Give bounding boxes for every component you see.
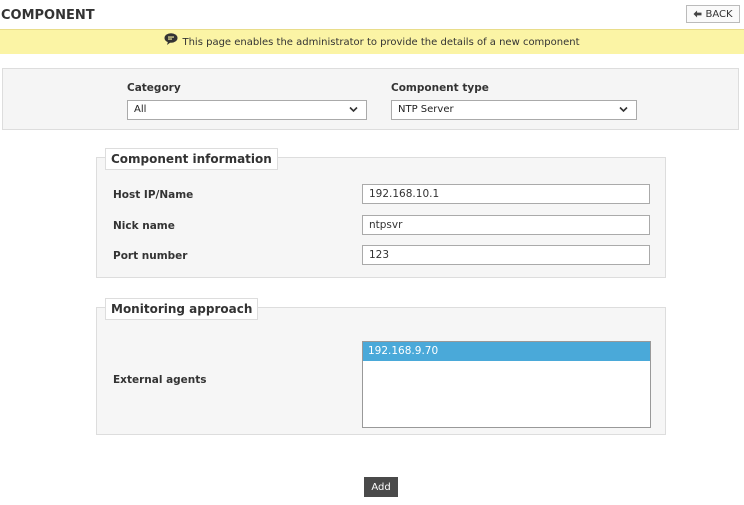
selection-panel: Category All Component type NTP Server (2, 68, 739, 130)
chevron-down-icon (349, 106, 358, 113)
back-button[interactable]: BACK (686, 5, 740, 23)
category-select[interactable]: All (127, 100, 367, 120)
speech-bubble-icon (164, 33, 178, 45)
notice-text: This page enables the administrator to p… (182, 36, 580, 48)
page-title: COMPONENT (1, 8, 95, 23)
external-agents-label: External agents (113, 374, 207, 386)
component-info-legend: Component information (105, 148, 278, 170)
info-notice: This page enables the administrator to p… (0, 29, 744, 54)
component-type-value: NTP Server (398, 104, 454, 115)
host-input[interactable] (362, 184, 650, 204)
external-agents-list[interactable]: 192.168.9.70 (362, 341, 651, 428)
category-value: All (134, 104, 147, 115)
back-button-label: BACK (705, 8, 733, 20)
component-info-fieldset: Component information Host IP/Name Nick … (96, 148, 666, 278)
component-type-label: Component type (391, 82, 489, 94)
nickname-input[interactable] (362, 215, 650, 235)
category-label: Category (127, 82, 181, 94)
monitoring-legend: Monitoring approach (105, 298, 259, 320)
port-label: Port number (113, 250, 188, 262)
nickname-label: Nick name (113, 220, 175, 232)
chevron-down-icon (619, 106, 628, 113)
component-type-select[interactable]: NTP Server (391, 100, 637, 120)
host-label: Host IP/Name (113, 189, 194, 201)
back-arrow-icon (693, 10, 702, 18)
monitoring-fieldset: Monitoring approach External agents 192.… (96, 298, 666, 435)
port-input[interactable] (362, 245, 650, 265)
list-item[interactable]: 192.168.9.70 (363, 342, 650, 361)
page-header: COMPONENT BACK (0, 0, 744, 28)
add-button[interactable]: Add (364, 477, 398, 497)
